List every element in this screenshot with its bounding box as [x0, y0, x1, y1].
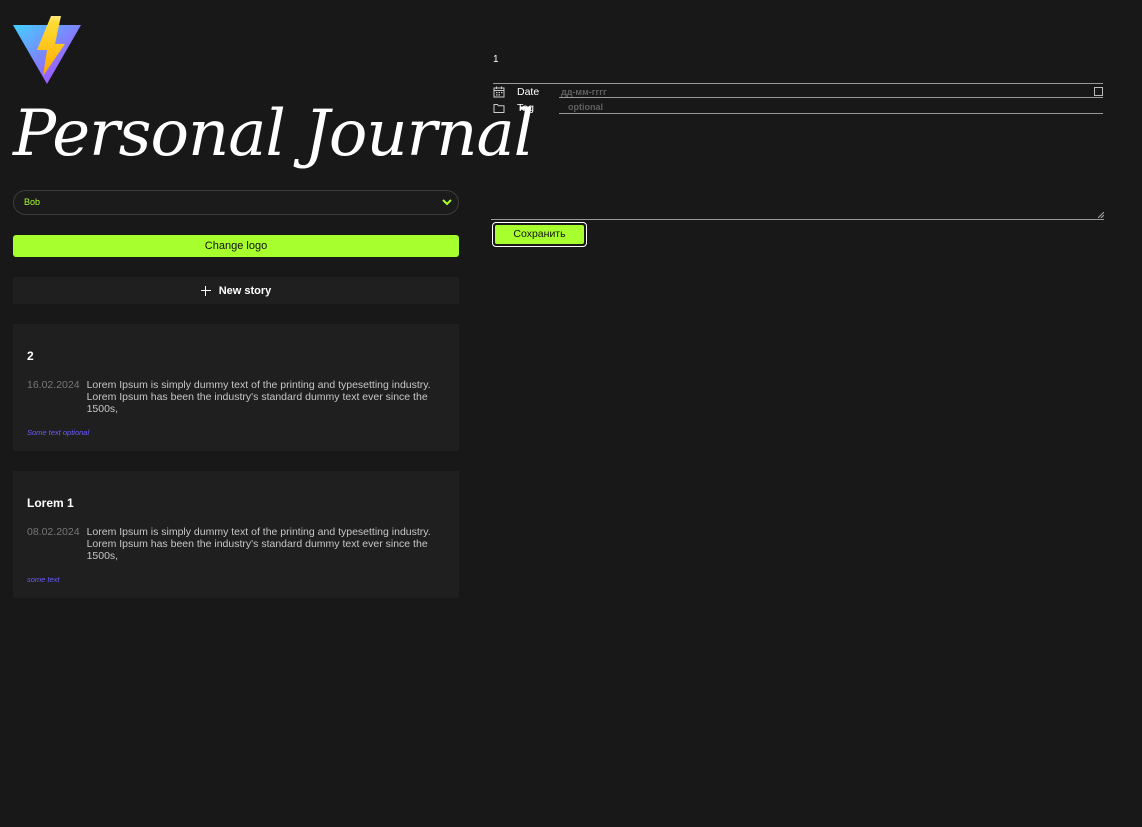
save-label: Сохранить	[495, 225, 584, 244]
title-input[interactable]: 1	[493, 54, 499, 65]
user-select[interactable]: Bob	[13, 190, 459, 215]
tag-input[interactable]: optional	[568, 102, 603, 112]
save-button[interactable]: Сохранить	[492, 222, 587, 247]
page-title: Personal Journal	[13, 97, 534, 171]
vite-logo-icon	[13, 16, 81, 84]
title-underline	[493, 83, 1103, 84]
new-story-button[interactable]: New story	[13, 277, 459, 304]
calendar-icon	[493, 86, 505, 98]
post-title: Lorem 1	[27, 496, 74, 510]
date-picker-icon[interactable]	[1094, 87, 1103, 96]
tag-label: Tag	[493, 102, 534, 114]
date-underline	[559, 97, 1103, 98]
new-story-label: New story	[218, 284, 272, 297]
tag-underline	[559, 113, 1103, 114]
sidebar: Personal Journal Bob Change logo New sto…	[13, 16, 534, 598]
folder-icon	[493, 104, 505, 113]
post-textarea[interactable]	[491, 123, 1104, 220]
date-label: Date	[493, 86, 539, 98]
plus-icon	[200, 285, 211, 296]
post-text: Lorem Ipsum is simply dummy text of the …	[86, 379, 431, 415]
post-tag: some text	[27, 575, 60, 584]
post-title: 2	[27, 349, 34, 363]
change-logo-button[interactable]: Change logo	[13, 235, 459, 257]
post-tag: Some text optional	[27, 428, 90, 437]
post-card[interactable]: 2 16.02.2024 Lorem Ipsum is simply dummy…	[13, 324, 459, 451]
user-select-value: Bob	[24, 197, 41, 207]
post-date: 08.02.2024	[27, 526, 80, 538]
post-date: 16.02.2024	[27, 379, 80, 391]
date-input[interactable]: дд-мм-гггг	[561, 87, 607, 97]
chevron-down-icon	[442, 199, 452, 206]
post-text: Lorem Ipsum is simply dummy text of the …	[86, 526, 431, 562]
post-card[interactable]: Lorem 1 08.02.2024 Lorem Ipsum is simply…	[13, 471, 459, 598]
resize-handle-icon[interactable]	[1098, 212, 1104, 218]
